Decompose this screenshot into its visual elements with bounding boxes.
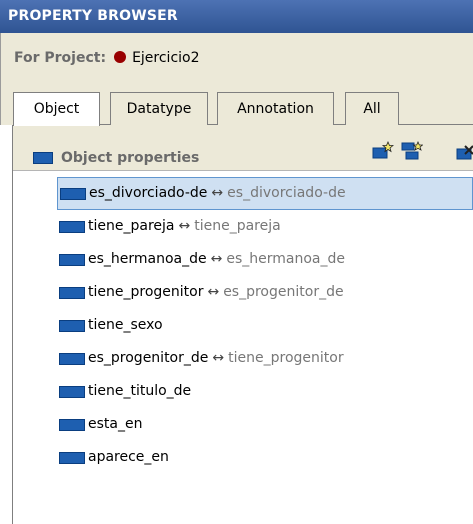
property-row[interactable]: tiene_progenitor ↔ es_progenitor_de	[57, 276, 473, 309]
object-property-icon	[59, 221, 85, 233]
property-name: tiene_sexo	[88, 317, 163, 333]
property-row[interactable]: tiene_titulo_de	[57, 375, 473, 408]
property-name: esta_en	[88, 416, 143, 432]
property-name: es_hermanoa_de	[88, 251, 207, 267]
object-property-icon	[59, 386, 85, 398]
project-name: Ejercicio2	[132, 50, 200, 66]
inverse-arrow-icon: ↔	[207, 284, 220, 300]
property-row[interactable]: tiene_pareja ↔ tiene_pareja	[57, 210, 473, 243]
object-property-icon	[33, 152, 53, 164]
object-property-icon	[59, 452, 85, 464]
tab-all[interactable]: All	[345, 92, 399, 125]
tab-object[interactable]: Object	[13, 92, 100, 126]
inverse-arrow-icon: ↔	[212, 350, 225, 366]
panel-title: Object properties	[61, 150, 200, 166]
object-property-icon	[59, 320, 85, 332]
object-properties-panel: Object properties es_divorciado-de ↔ es_di…	[12, 125, 473, 524]
panel-header: Object properties	[13, 125, 473, 171]
inverse-arrow-icon: ↔	[178, 218, 191, 234]
inverse-property-name: es_hermanoa_de	[226, 251, 346, 267]
object-property-icon	[59, 254, 85, 266]
property-name: es_progenitor_de	[88, 350, 209, 366]
property-row[interactable]: esta_en	[57, 408, 473, 441]
window-title: PROPERTY BROWSER	[0, 0, 473, 33]
object-property-icon	[59, 353, 85, 365]
property-row[interactable]: es_progenitor_de ↔ tiene_progenitor	[57, 342, 473, 375]
tab-datatype[interactable]: Datatype	[110, 92, 208, 125]
inverse-property-name: tiene_pareja	[194, 218, 281, 234]
property-name: aparece_en	[88, 449, 169, 465]
inverse-arrow-icon: ↔	[211, 185, 224, 201]
property-row[interactable]: tiene_sexo	[57, 309, 473, 342]
property-tree[interactable]: es_divorciado-de ↔ es_divorciado-de tiene_…	[57, 177, 473, 474]
object-property-icon	[59, 419, 85, 431]
delete-property-icon[interactable]	[456, 141, 473, 161]
property-row[interactable]: aparece_en	[57, 441, 473, 474]
object-property-icon	[60, 188, 86, 200]
property-row[interactable]: es_divorciado-de ↔ es_divorciado-de	[57, 177, 473, 210]
tab-bar: Object Datatype Annotation All	[0, 83, 473, 126]
tab-annotation[interactable]: Annotation	[217, 92, 334, 125]
inverse-property-name: es_progenitor_de	[223, 284, 344, 300]
object-property-icon	[59, 287, 85, 299]
property-name: tiene_pareja	[88, 218, 175, 234]
inverse-property-name: es_divorciado-de	[227, 185, 346, 201]
property-row[interactable]: es_hermanoa_de ↔ es_hermanoa_de	[57, 243, 473, 276]
property-name: es_divorciado-de	[89, 185, 208, 201]
inverse-property-name: tiene_progenitor	[228, 350, 344, 366]
project-icon	[114, 51, 127, 63]
project-label: For Project:	[14, 50, 107, 66]
create-subproperty-icon[interactable]	[401, 141, 423, 161]
property-name: tiene_progenitor	[88, 284, 204, 300]
property-name: tiene_titulo_de	[88, 383, 192, 399]
inverse-arrow-icon: ↔	[210, 251, 223, 267]
create-property-icon[interactable]	[372, 141, 394, 161]
project-bar: For Project: Ejercicio2	[0, 33, 473, 83]
